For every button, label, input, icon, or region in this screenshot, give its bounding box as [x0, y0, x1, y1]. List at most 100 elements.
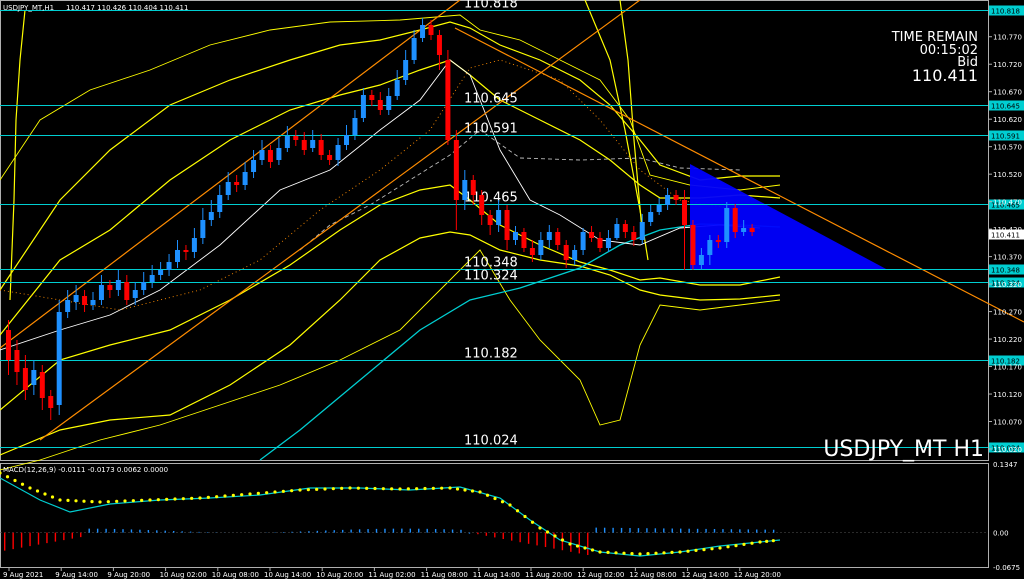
time-tick-label: 10 Aug 20:00	[316, 571, 363, 579]
candle-body	[453, 140, 459, 200]
candle-body	[175, 250, 180, 262]
macd-signal-dot	[140, 498, 144, 502]
dashed-ma-white	[299, 129, 741, 251]
macd-hist-bar	[705, 528, 707, 533]
macd-tick-label: 0.1347	[993, 461, 1018, 469]
price-tick-label: 110.470	[993, 199, 1022, 207]
macd-hist-bar	[409, 528, 411, 533]
level-axis-tag-label: 110.348	[991, 267, 1020, 275]
macd-hist-bar	[418, 528, 420, 533]
candle-body	[690, 225, 696, 265]
candle-body	[318, 140, 324, 155]
macd-signal-dot	[381, 487, 385, 491]
macd-signal-dot	[654, 551, 658, 555]
macd-hist-bar	[612, 527, 614, 533]
macd-signal-dot	[710, 547, 714, 551]
macd-signal-dot	[726, 545, 730, 549]
candle-body	[6, 330, 11, 360]
macd-signal-dot	[106, 500, 110, 504]
macd-hist-bar	[316, 530, 319, 533]
ohlc-header: 110.417 110.426 110.404 110.411	[66, 4, 188, 12]
time-tick-label: 9 Aug 14:00	[55, 571, 98, 579]
macd-signal-dot	[515, 509, 520, 513]
macd-signal-dot	[750, 541, 754, 545]
time-axis: 9 Aug 2021 9 Aug 14:00 9 Aug 20:00 10 Aug 0…	[3, 568, 781, 579]
candle-body	[115, 280, 121, 290]
trendline-ascending-lower	[39, 0, 641, 441]
price-tick-label: 110.670	[993, 89, 1022, 97]
candle-body	[284, 136, 290, 148]
candle-body	[403, 60, 409, 80]
macd-signal-dot	[758, 540, 762, 544]
macd-hist-bar	[54, 532, 57, 542]
macd-hist-bar	[4, 532, 6, 551]
level-axis-tag-label: 110.645	[991, 103, 1020, 111]
candle-body	[428, 25, 434, 35]
macd-hist-bar	[308, 531, 310, 533]
candle-body	[394, 80, 400, 96]
candle-body	[665, 195, 671, 205]
main-panel-frame	[0, 0, 989, 461]
price-tick-label: 110.120	[993, 391, 1022, 399]
trading-chart[interactable]: 110.818 110.818 110.645 110.645 110.591 110.5…	[0, 0, 1024, 579]
macd-hist-bar	[375, 528, 378, 533]
symbol-watermark: USDJPY_MT H1	[823, 437, 984, 462]
lower-band-inner	[0, 184, 781, 411]
macd-signal-dot	[455, 487, 460, 491]
candle-body	[580, 232, 586, 250]
macd-hist-bar	[713, 529, 716, 533]
macd-signal-dot	[173, 497, 177, 501]
price-axis: 110.411110.770110.720110.670110.620110.5…	[988, 34, 1024, 454]
macd-signal-dot	[206, 495, 210, 499]
upper-band-outer	[0, 21, 780, 291]
macd-signal-dot	[123, 499, 127, 503]
time-tick-label: 12 Aug 08:00	[629, 571, 676, 579]
macd-hist-bar	[63, 532, 65, 541]
macd-signal-dot	[13, 478, 17, 483]
macd-signal-dot	[702, 548, 706, 552]
macd-signal-dot	[58, 498, 62, 502]
macd-signal-dot	[583, 546, 587, 550]
macd-signal-dot	[478, 490, 482, 494]
macd-hist-bar	[756, 529, 758, 533]
macd-signal-dot	[348, 486, 352, 490]
candle-body	[149, 275, 155, 282]
macd-signal-dot	[662, 551, 666, 555]
macd-signal-dot	[50, 495, 55, 499]
macd-hist-bar	[654, 528, 657, 533]
macd-signal-dot	[165, 497, 169, 501]
triangle-shape	[690, 164, 888, 270]
macd-hist-bar	[764, 529, 766, 533]
candle-body	[107, 285, 113, 290]
macd-tick-label: -0.0675	[993, 564, 1020, 572]
macd-signal-dot	[356, 486, 360, 490]
macd-hist-bar	[587, 532, 589, 556]
macd-hist-bar	[570, 532, 572, 552]
macd-signal-dot	[43, 492, 47, 496]
candles	[6, 18, 755, 420]
macd-signal-dot	[331, 487, 335, 491]
macd-signal-dot	[694, 548, 698, 553]
candle-body	[682, 200, 687, 225]
candle-body	[639, 222, 645, 240]
candle-body	[191, 238, 197, 252]
macd-hist-bar	[88, 528, 90, 533]
macd-hist-bar	[772, 529, 775, 533]
macd-hist-bar	[468, 532, 471, 534]
level-label: 110.591	[464, 122, 518, 137]
candle-body	[597, 238, 603, 248]
price-tick-label: 110.020	[993, 446, 1022, 454]
chart-title: USDJPY_MT,H1	[3, 4, 54, 12]
macd-hist-bar	[164, 530, 166, 533]
candle-body	[369, 95, 375, 100]
macd-signal-dot	[248, 492, 252, 496]
bid-value: 110.411	[912, 66, 978, 85]
macd-hist-bar	[680, 528, 682, 533]
candle-body	[487, 215, 493, 225]
candle-body	[715, 240, 721, 242]
candle-body	[724, 208, 730, 242]
macd-hist-bar	[519, 532, 521, 543]
macd-signal-dot	[448, 486, 452, 490]
macd-signal-dot	[256, 491, 260, 495]
macd-hist-bar	[671, 528, 673, 533]
